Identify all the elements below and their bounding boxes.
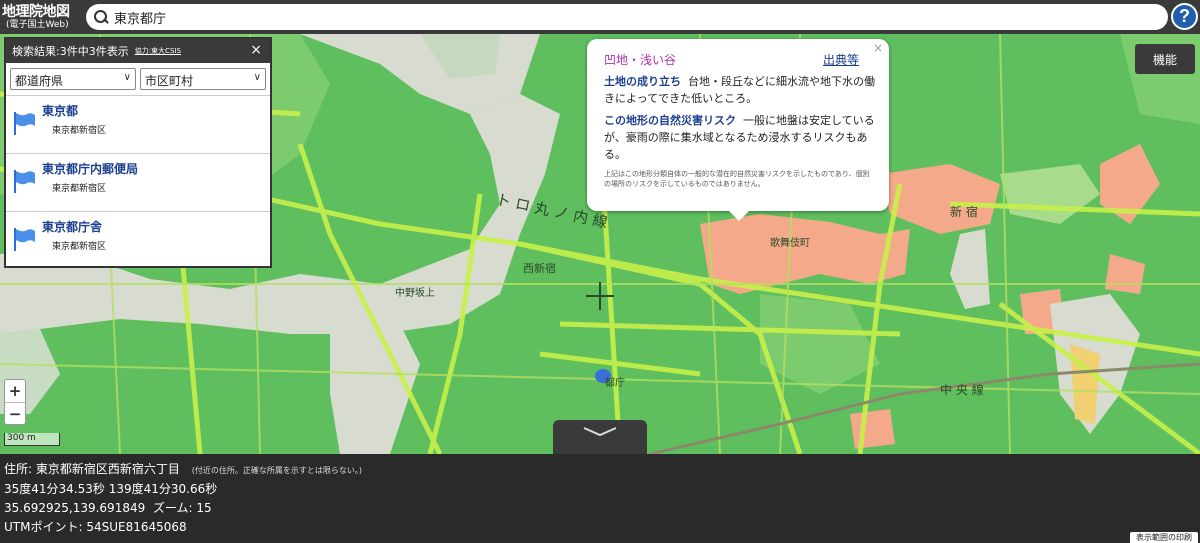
print-button[interactable]: 表示範囲の印刷 — [1130, 532, 1198, 543]
result-title: 東京都 — [42, 104, 79, 118]
result-item-2[interactable]: 東京都庁舎 東京都新宿区 — [6, 211, 270, 269]
close-icon[interactable]: × — [250, 42, 262, 58]
flag-icon — [14, 170, 35, 193]
result-address: 東京都新宿区 — [52, 242, 107, 252]
city-select-label: 市区町村 — [145, 74, 194, 88]
result-title: 東京都庁内郵便局 — [42, 162, 139, 176]
origin-heading: 土地の成り立ち — [604, 75, 681, 88]
prefecture-select-label: 都道府県 — [15, 74, 64, 88]
results-header: 検索結果:3件中3件表示 協力:東大CSIS × — [6, 39, 270, 63]
map-label-nakano: 中野坂上 — [395, 286, 435, 299]
utm-point: UTMポイント: 54SUE81645068 — [4, 520, 187, 534]
popup-origin: 土地の成り立ち 台地・段丘などに細水流や地下水の働きによってできた低いところ。 — [604, 73, 875, 107]
zoom-in-button[interactable]: + — [5, 380, 25, 402]
prefecture-select[interactable]: 都道府県 ∨ — [10, 68, 136, 90]
decimal-coordinates: 35.692925,139.691849 — [4, 501, 146, 515]
zoom-control: + − — [4, 379, 26, 425]
search-box[interactable] — [86, 4, 1168, 30]
result-title: 東京都庁舎 — [42, 220, 103, 234]
address-value: 東京都新宿区西新宿六丁目 — [35, 462, 180, 476]
logo-title: 地理院地図 — [2, 3, 70, 20]
result-item-1[interactable]: 東京都庁内郵便局 東京都新宿区 — [6, 153, 270, 211]
logo-subtitle: (電子国土Web) — [6, 19, 69, 30]
info-panel-toggle[interactable] — [553, 420, 647, 454]
flag-icon — [14, 228, 35, 251]
address-row: 住所: 東京都新宿区西新宿六丁目 (付近の住所。正確な所属を示すとは限らない。) — [4, 460, 1196, 480]
chevron-down-icon: ∨ — [123, 72, 131, 83]
map-label-chuo: 中 央 線 — [940, 382, 984, 397]
risk-heading: この地形の自然災害リスク — [604, 114, 736, 127]
help-button[interactable]: ? — [1171, 3, 1198, 30]
map-label-tocho: 都庁 — [605, 376, 625, 389]
filter-selects: 都道府県 ∨ 市区町村 ∨ — [6, 63, 270, 95]
scale-bar: 300 m — [4, 433, 60, 446]
map-label-shinjuku: 新 宿 — [950, 204, 978, 219]
decimal-row: 35.692925,139.691849 ズーム: 15 — [4, 499, 1196, 518]
flag-icon — [14, 112, 35, 135]
address-note: (付近の住所。正確な所属を示すとは限らない。) — [191, 466, 362, 475]
results-count: 検索結果:3件中3件表示 — [12, 45, 129, 58]
app-window: 地理院地図 (電子国土Web) ? — [0, 0, 1200, 543]
results-credit-link[interactable]: 協力:東大CSIS — [135, 46, 181, 56]
zoom-out-button[interactable]: − — [5, 402, 25, 424]
close-icon[interactable]: × — [873, 41, 883, 55]
popup-note: 上記はこの地形分類自体の一般的な潜在的自然災害リスクを示したものであり、個別の場… — [604, 170, 870, 188]
popup-risk: この地形の自然災害リスク 一般に地盤は安定しているが、豪雨の際に集水域となるため… — [604, 112, 875, 163]
source-link[interactable]: 出典等 — [823, 51, 859, 68]
search-results-panel: 検索結果:3件中3件表示 協力:東大CSIS × 都道府県 ∨ 市区町村 ∨ 東… — [4, 37, 272, 268]
city-select[interactable]: 市区町村 ∨ — [140, 68, 266, 90]
map-label-kabukicho: 歌舞伎町 — [770, 236, 810, 249]
zoom-level: ズーム: 15 — [152, 501, 212, 515]
dms-coordinates: 35度41分34.53秒 139度41分30.66秒 — [4, 482, 218, 496]
result-address: 東京都新宿区 — [52, 126, 107, 136]
header-bar: 地理院地図 (電子国土Web) ? — [0, 0, 1200, 34]
address-label: 住所: — [4, 462, 33, 476]
search-icon[interactable] — [92, 8, 110, 26]
result-item-0[interactable]: 東京都 東京都新宿区 — [6, 95, 270, 153]
landform-popup: 凹地・浅い谷 出典等 × 土地の成り立ち 台地・段丘などに細水流や地下水の働きに… — [587, 39, 889, 221]
location-info-panel: 住所: 東京都新宿区西新宿六丁目 (付近の住所。正確な所属を示すとは限らない。)… — [0, 454, 1200, 543]
app-logo[interactable]: 地理院地図 (電子国土Web) — [0, 0, 82, 34]
map-label-nishi-shinjuku: 西新宿 — [523, 261, 556, 275]
result-address: 東京都新宿区 — [52, 184, 107, 194]
chevron-down-icon — [583, 427, 617, 437]
search-input[interactable] — [114, 9, 1014, 25]
function-button[interactable]: 機能 — [1135, 44, 1195, 74]
chevron-down-icon: ∨ — [253, 72, 261, 83]
